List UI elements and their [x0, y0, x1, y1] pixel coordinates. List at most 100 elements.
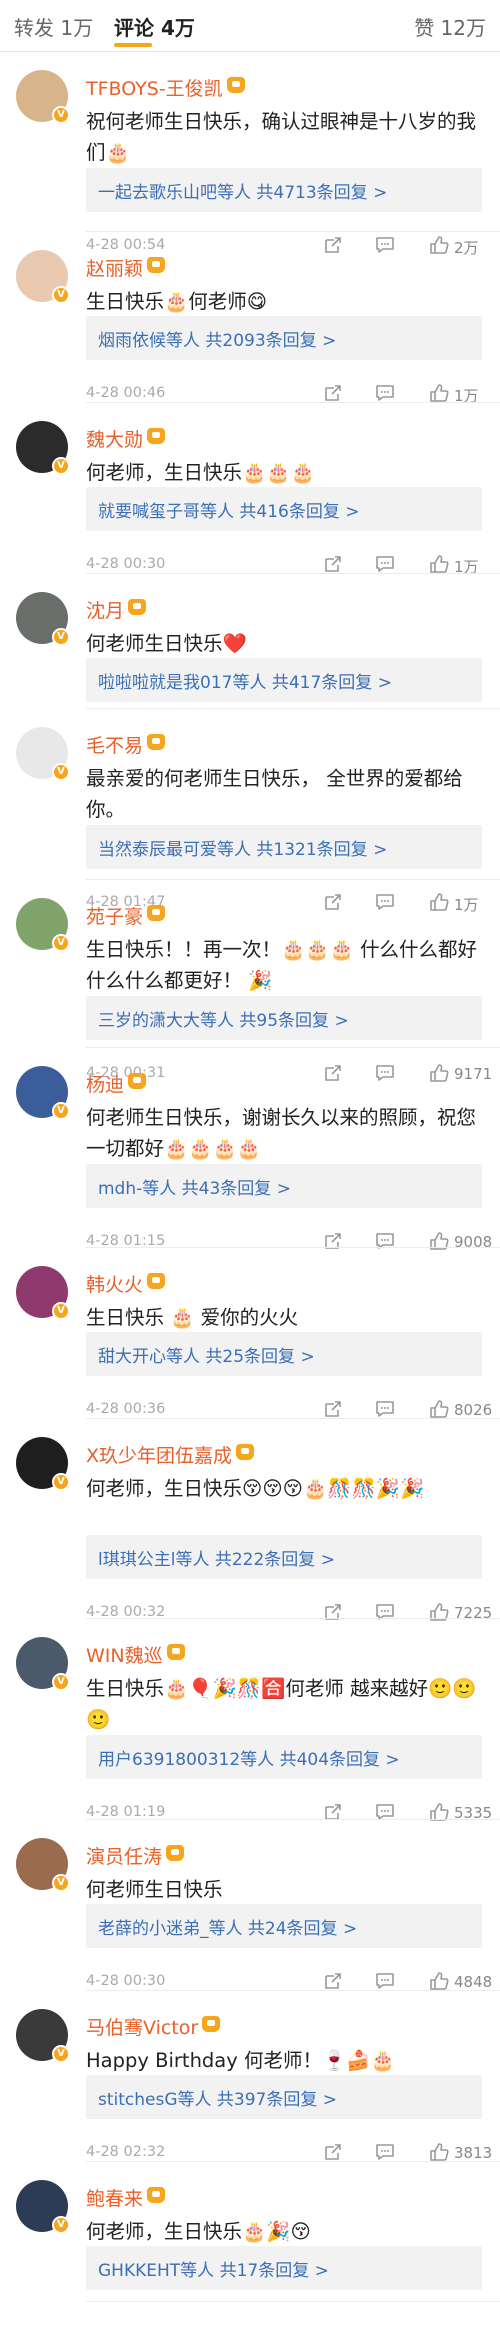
- reply-summary-text: stitchesG等人 共397条回复 >: [98, 2090, 338, 2110]
- avatar[interactable]: V: [16, 1066, 70, 1120]
- comment-item: V 苑子豪 生日快乐！！再一次！🎂🎂🎂 什么什么都好 什么什么都更好！ 🎉 三岁…: [0, 880, 500, 1083]
- tab-likes[interactable]: 赞 12万: [414, 12, 486, 41]
- tab-comments[interactable]: 评论 4万: [114, 12, 195, 41]
- comment-text: Happy Birthday 何老师！🍷🍰🎂: [86, 2049, 395, 2072]
- comment-time: 4-28 00:46: [86, 385, 166, 401]
- avatar[interactable]: V: [16, 1266, 70, 1320]
- reply-summary[interactable]: 当然泰辰最可爱等人 共1321条回复 >: [86, 825, 482, 869]
- reply-summary[interactable]: 就要喊玺子哥等人 共416条回复 >: [86, 487, 482, 531]
- like-count: 4848: [454, 1973, 493, 1991]
- like-count: 3813: [454, 2144, 493, 2162]
- share-icon[interactable]: [322, 553, 344, 575]
- comment-icon[interactable]: [374, 553, 396, 575]
- verified-v-icon: V: [52, 1302, 70, 1320]
- comment-text: 生日快乐🎂🎈🎉🎊🈴何老师 越来越好🙂🙂🙂: [86, 1677, 477, 1731]
- commenter-name[interactable]: 魏大勋: [86, 425, 166, 452]
- reply-summary[interactable]: 三岁的潇大大等人 共95条回复 >: [86, 996, 482, 1040]
- reply-summary-text: 烟雨依候等人 共2093条回复 >: [98, 331, 337, 351]
- avatar[interactable]: V: [16, 898, 70, 952]
- reply-summary[interactable]: GHKKEHT等人 共17条回复 >: [86, 2246, 482, 2290]
- comment-text: 何老师，生日快乐🎂🎉😚: [86, 2220, 311, 2243]
- share-icon[interactable]: [322, 1970, 344, 1992]
- like-icon[interactable]: [428, 553, 450, 575]
- comment-icon[interactable]: [374, 1398, 396, 1420]
- vip-crown-icon: [128, 1073, 147, 1089]
- avatar[interactable]: V: [16, 421, 70, 475]
- commenter-name[interactable]: 杨迪: [86, 1070, 147, 1097]
- share-icon[interactable]: [322, 382, 344, 404]
- comment-text: 最亲爱的何老师生日快乐， 全世界的爱都给你。: [86, 767, 463, 821]
- comment-icon[interactable]: [374, 1970, 396, 1992]
- like-icon[interactable]: [428, 382, 450, 404]
- commenter-name[interactable]: 演员任涛: [86, 1842, 185, 1869]
- vip-crown-icon: [147, 1273, 166, 1289]
- tab-reposts[interactable]: 转发 1万: [14, 12, 93, 41]
- commenter-name[interactable]: 韩火火: [86, 1270, 166, 1297]
- comment-text: 何老师生日快乐❤️: [86, 632, 247, 655]
- active-tab-indicator: [114, 43, 152, 47]
- share-icon[interactable]: [322, 1398, 344, 1420]
- avatar[interactable]: V: [16, 1838, 70, 1892]
- vip-crown-icon: [147, 428, 166, 444]
- commenter-name[interactable]: 苑子豪: [86, 902, 166, 929]
- verified-v-icon: V: [52, 763, 70, 781]
- reply-summary[interactable]: 甜大开心等人 共25条回复 >: [86, 1332, 482, 1376]
- vip-crown-icon: [236, 1444, 255, 1460]
- comment-text: 何老师生日快乐，谢谢长久以来的照顾，祝您一切都好🎂🎂🎂🎂: [86, 1106, 477, 1160]
- commenter-name[interactable]: 赵丽颖: [86, 254, 166, 281]
- reply-summary-text: 就要喊玺子哥等人 共416条回复 >: [98, 502, 360, 522]
- reply-summary-text: 三岁的潇大大等人 共95条回复 >: [98, 1011, 349, 1031]
- vip-crown-icon: [147, 734, 166, 750]
- avatar[interactable]: V: [16, 250, 70, 304]
- comment-tabs: 转发 1万 评论 4万 赞 12万: [0, 0, 500, 52]
- like-icon[interactable]: [428, 2141, 450, 2163]
- reply-summary[interactable]: mdh-等人 共43条回复 >: [86, 1164, 482, 1208]
- avatar[interactable]: V: [16, 592, 70, 646]
- avatar[interactable]: V: [16, 727, 70, 781]
- avatar[interactable]: V: [16, 2009, 70, 2063]
- reply-summary[interactable]: 烟雨依候等人 共2093条回复 >: [86, 316, 482, 360]
- like-icon[interactable]: [428, 1970, 450, 1992]
- reply-summary[interactable]: stitchesG等人 共397条回复 >: [86, 2075, 482, 2119]
- commenter-name[interactable]: TFBOYS-王俊凯: [86, 74, 245, 101]
- avatar[interactable]: V: [16, 70, 70, 124]
- commenter-name[interactable]: 鲍春来: [86, 2184, 166, 2211]
- verified-v-icon: V: [52, 2216, 70, 2234]
- reply-summary[interactable]: l琪琪公主l等人 共222条回复 >: [86, 1535, 482, 1579]
- reply-summary-text: 老薛的小迷弟_等人 共24条回复 >: [98, 1919, 358, 1939]
- commenter-name[interactable]: X玖少年团伍嘉成: [86, 1441, 255, 1468]
- reply-summary[interactable]: 老薛的小迷弟_等人 共24条回复 >: [86, 1904, 482, 1948]
- like-icon[interactable]: [428, 1398, 450, 1420]
- commenter-name[interactable]: 马伯骞Victor: [86, 2013, 221, 2040]
- reply-summary[interactable]: 一起去歌乐山吧等人 共4713条回复 >: [86, 168, 482, 212]
- commenter-name[interactable]: 沈月: [86, 596, 147, 623]
- comment-item: V 马伯骞Victor Happy Birthday 何老师！🍷🍰🎂 stitc…: [0, 1991, 500, 2162]
- commenter-name[interactable]: 毛不易: [86, 731, 166, 758]
- reply-summary[interactable]: 用户6391800312等人 共404条回复 >: [86, 1735, 482, 1779]
- vip-crown-icon: [147, 2187, 166, 2203]
- vip-crown-icon: [202, 2016, 221, 2032]
- verified-v-icon: V: [52, 1874, 70, 1892]
- comment-time: 4-28 02:32: [86, 2144, 166, 2160]
- comment-text: 生日快乐 🎂 爱你的火火: [86, 1306, 299, 1329]
- comment-item: V 赵丽颖 生日快乐🎂何老师😋 烟雨依候等人 共2093条回复 > 4-28 0…: [0, 232, 500, 405]
- comment-item: V WIN魏巡 生日快乐🎂🎈🎉🎊🈴何老师 越来越好🙂🙂🙂 用户639180031…: [0, 1619, 500, 1822]
- comment-text: 何老师生日快乐: [86, 1878, 223, 1901]
- commenter-name[interactable]: WIN魏巡: [86, 1641, 185, 1668]
- comment-icon[interactable]: [374, 382, 396, 404]
- share-icon[interactable]: [322, 2141, 344, 2163]
- comment-text: 祝何老师生日快乐，确认过眼神是十八岁的我们🎂: [86, 110, 477, 164]
- reply-summary[interactable]: 啦啦啦就是我017等人 共417条回复 >: [86, 658, 482, 702]
- comment-item: V 演员任涛 何老师生日快乐 老薛的小迷弟_等人 共24条回复 > 4-28 0…: [0, 1820, 500, 1991]
- comment-time: 4-28 00:36: [86, 1401, 166, 1417]
- comment-time: 4-28 00:30: [86, 556, 166, 572]
- verified-v-icon: V: [52, 106, 70, 124]
- comment-item: V TFBOYS-王俊凯 祝何老师生日快乐，确认过眼神是十八岁的我们🎂 一起去歌…: [0, 52, 500, 257]
- avatar[interactable]: V: [16, 1637, 70, 1691]
- comment-text: 何老师，生日快乐😚😚😚🎂🎊🎊🎉🎉: [86, 1477, 425, 1500]
- comment-icon[interactable]: [374, 2141, 396, 2163]
- avatar[interactable]: V: [16, 2180, 70, 2234]
- avatar[interactable]: V: [16, 1437, 70, 1491]
- comment-text: 何老师，生日快乐🎂🎂🎂: [86, 461, 315, 484]
- comment-item: V 鲍春来 何老师，生日快乐🎂🎉😚 GHKKEHT等人 共17条回复 >: [0, 2162, 500, 2302]
